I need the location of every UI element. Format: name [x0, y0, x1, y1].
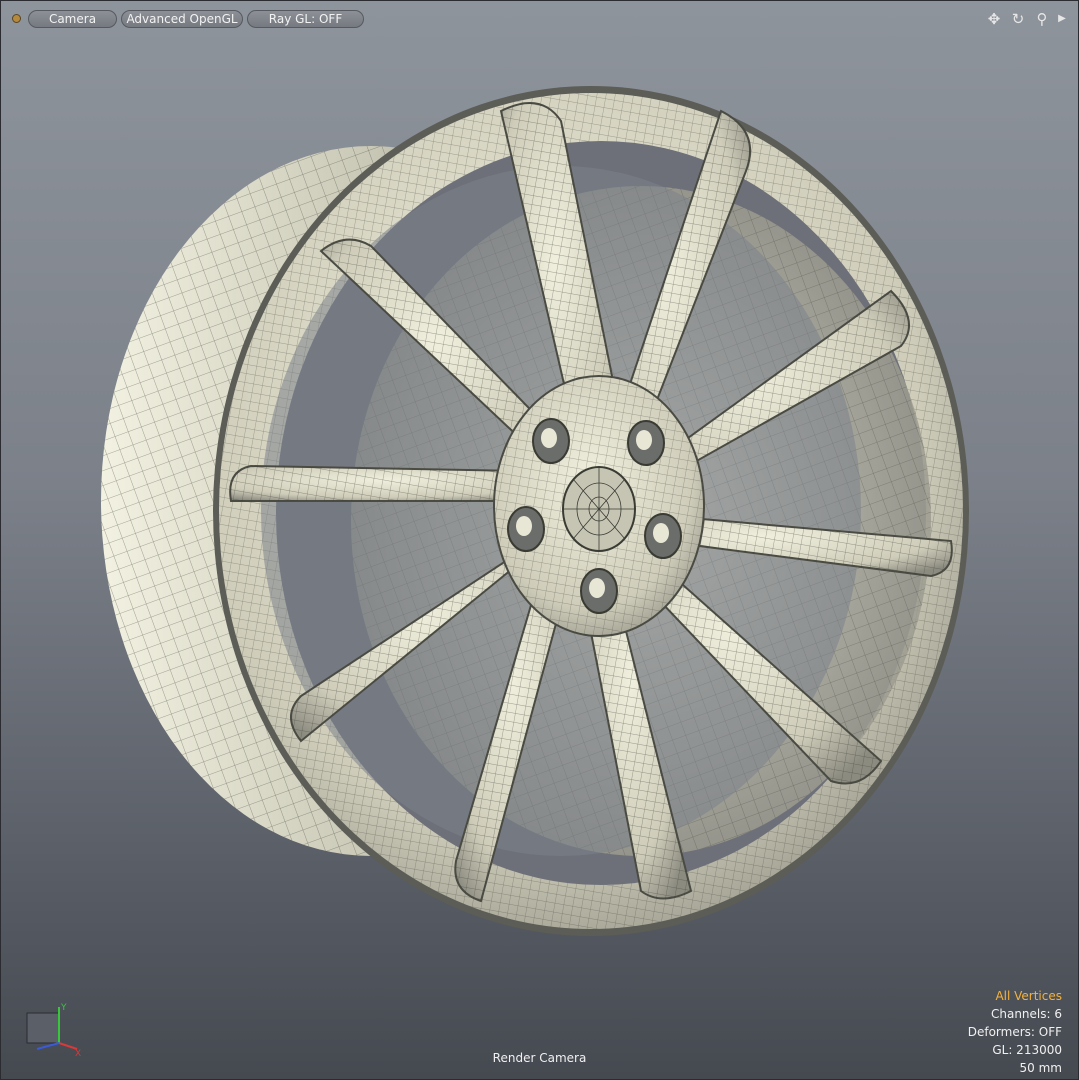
- focal-length-label: 50 mm: [1019, 1061, 1062, 1075]
- channels-label: Channels: 6: [990, 1007, 1062, 1021]
- deformers-label: Deformers: OFF: [967, 1025, 1062, 1039]
- axis-y-label: Y: [60, 1003, 67, 1013]
- gl-count-label: GL: 213000: [992, 1043, 1062, 1057]
- viewport-info-overlay: All Vertices Channels: 6 Deformers: OFF …: [968, 987, 1062, 1077]
- camera-name-label: Render Camera: [492, 1051, 587, 1065]
- selection-mode-label: All Vertices: [995, 989, 1062, 1003]
- wheel-mesh[interactable]: [1, 1, 1079, 1080]
- 3d-viewport[interactable]: Camera Advanced OpenGL Ray GL: OFF ✥ ↻ ⚲…: [0, 0, 1079, 1080]
